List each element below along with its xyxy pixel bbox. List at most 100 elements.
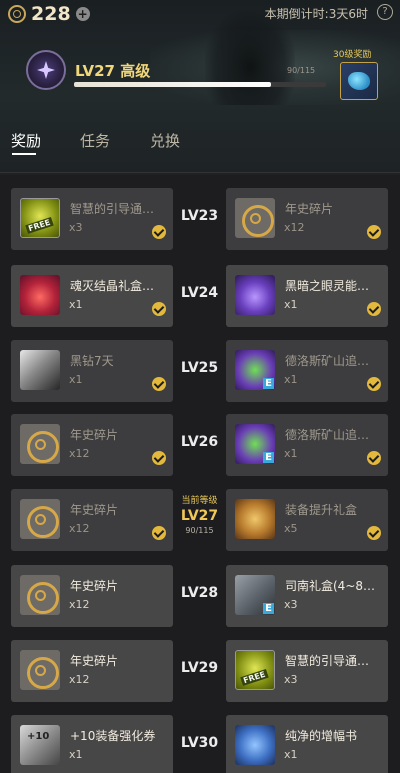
reward-qty: x1 <box>284 298 298 311</box>
level-label: LV28 <box>180 585 219 601</box>
claimed-check-icon <box>367 451 381 465</box>
reward-card-premium[interactable]: 德洛斯矿山追… x1 <box>226 340 388 402</box>
level-marker: LV28 <box>173 565 226 627</box>
milestone-reward-icon[interactable] <box>340 62 378 100</box>
level-progress-bar <box>74 82 326 87</box>
reward-card-premium[interactable]: 纯净的增幅书 x1 <box>226 715 388 773</box>
reward-card-free[interactable]: 魂灭结晶礼盒… x1 <box>11 265 173 327</box>
reward-name: 年史碎片 <box>70 428 119 442</box>
reward-card-free[interactable]: +10装备强化券 x1 <box>11 715 173 773</box>
claimed-check-icon <box>152 377 166 391</box>
reward-qty: x1 <box>69 748 83 761</box>
reward-qty: x12 <box>284 221 305 234</box>
reward-card-free[interactable]: 年史碎片 x12 <box>11 414 173 476</box>
claimed-check-icon <box>367 526 381 540</box>
reward-name: 年史碎片 <box>70 579 119 593</box>
reward-row: 年史碎片 x12 LV26 德洛斯矿山追… x1 <box>0 414 400 476</box>
reward-qty: x5 <box>284 522 298 535</box>
reward-qty: x1 <box>69 298 83 311</box>
reward-row: 智慧的引导通… x3 LV23 年史碎片 x12 <box>0 188 400 250</box>
coin-fragment-icon <box>235 198 275 238</box>
reward-qty: x12 <box>69 673 90 686</box>
active-tab-indicator <box>12 153 36 155</box>
level-label: LV27 <box>180 508 219 524</box>
level-label: LV24 <box>180 285 219 301</box>
reward-card-premium[interactable]: 黑暗之眼灵能… x1 <box>226 265 388 327</box>
reward-name: 年史碎片 <box>70 503 119 517</box>
tab-tasks[interactable]: 任务 <box>80 130 110 151</box>
level-progress-fill <box>74 82 271 87</box>
reward-row: 年史碎片 x12 LV29 智慧的引导通… x3 <box>0 640 400 702</box>
black-diamond-icon <box>20 350 60 390</box>
reward-card-premium[interactable]: 装备提升礼盒 x5 <box>226 489 388 551</box>
reward-qty: x12 <box>69 598 90 611</box>
reward-name: 装备提升礼盒 <box>285 503 358 517</box>
claimed-check-icon <box>152 225 166 239</box>
reward-name: +10装备强化券 <box>70 729 156 743</box>
tab-exchange[interactable]: 兑换 <box>150 130 180 151</box>
reward-qty: x1 <box>284 748 298 761</box>
reward-qty: x12 <box>69 447 90 460</box>
reward-card-premium[interactable]: 司南礼盒(4~8… x3 <box>226 565 388 627</box>
reward-qty: x3 <box>284 673 298 686</box>
level-marker-current: 当前等级 LV27 90/115 <box>173 489 226 551</box>
level-title: LV27 高级 <box>75 62 151 80</box>
gift-box-icon <box>235 350 275 390</box>
gem-icon <box>348 72 370 90</box>
coin-fragment-icon <box>20 424 60 464</box>
reward-row: 魂灭结晶礼盒… x1 LV24 黑暗之眼灵能… x1 <box>0 265 400 327</box>
season-countdown: 本期倒计时:3天6时 <box>264 7 368 21</box>
level-label: LV26 <box>180 434 219 450</box>
reward-row: 年史碎片 x12 LV28 司南礼盒(4~8… x3 <box>0 565 400 627</box>
red-crystal-icon <box>20 275 60 315</box>
claimed-check-icon <box>152 526 166 540</box>
reward-qty: x3 <box>69 221 83 234</box>
reward-qty: x1 <box>284 373 298 386</box>
reward-name: 纯净的增幅书 <box>285 729 358 743</box>
reward-name: 年史碎片 <box>285 202 334 216</box>
level-marker: LV23 <box>173 188 226 250</box>
reward-card-premium[interactable]: 年史碎片 x12 <box>226 188 388 250</box>
tab-rewards[interactable]: 奖励 <box>11 130 41 151</box>
gift-box-icon <box>235 424 275 464</box>
reward-card-free[interactable]: 年史碎片 x12 <box>11 489 173 551</box>
reward-qty: x3 <box>284 598 298 611</box>
reward-card-premium[interactable]: 德洛斯矿山追… x1 <box>226 414 388 476</box>
level-badge-icon <box>26 50 66 90</box>
coin-fragment-icon <box>20 575 60 615</box>
header-artwork-figure <box>205 10 295 105</box>
reward-name: 智慧的引导通… <box>70 202 155 216</box>
milestone-reward-label: 30级奖励 <box>333 50 372 60</box>
level-marker: LV30 <box>173 715 226 773</box>
level-marker: LV24 <box>173 265 226 327</box>
metal-box-icon <box>235 575 275 615</box>
reward-name: 智慧的引导通… <box>285 654 370 668</box>
reward-name: 魂灭结晶礼盒… <box>70 279 155 293</box>
reward-card-premium[interactable]: 智慧的引导通… x3 <box>226 640 388 702</box>
level-marker: LV26 <box>173 414 226 476</box>
reward-name: 黑钻7天 <box>70 354 114 368</box>
claimed-check-icon <box>367 302 381 316</box>
reward-card-free[interactable]: 年史碎片 x12 <box>11 640 173 702</box>
reward-qty: x1 <box>284 447 298 460</box>
reward-card-free[interactable]: 智慧的引导通… x3 <box>11 188 173 250</box>
add-currency-icon[interactable]: + <box>75 7 90 21</box>
level-marker: LV25 <box>173 340 226 402</box>
reward-card-free[interactable]: 黑钻7天 x1 <box>11 340 173 402</box>
level-marker: LV29 <box>173 640 226 702</box>
coin-icon <box>8 5 26 23</box>
reward-name: 年史碎片 <box>70 654 119 668</box>
treasure-chest-icon <box>235 499 275 539</box>
reward-card-free[interactable]: 年史碎片 x12 <box>11 565 173 627</box>
reward-qty: x1 <box>69 373 83 386</box>
enhance-ticket-icon <box>20 725 60 765</box>
reward-row: +10装备强化券 x1 LV30 纯净的增幅书 x1 <box>0 715 400 773</box>
current-level-progress: 90/115 <box>185 526 214 535</box>
reward-name: 德洛斯矿山追… <box>285 428 370 442</box>
reward-qty: x12 <box>69 522 90 535</box>
reward-row: 黑钻7天 x1 LV25 德洛斯矿山追… x1 <box>0 340 400 402</box>
level-label: LV25 <box>180 360 219 376</box>
purple-crystal-icon <box>235 275 275 315</box>
claimed-check-icon <box>152 451 166 465</box>
help-icon[interactable]: ? <box>377 4 393 20</box>
